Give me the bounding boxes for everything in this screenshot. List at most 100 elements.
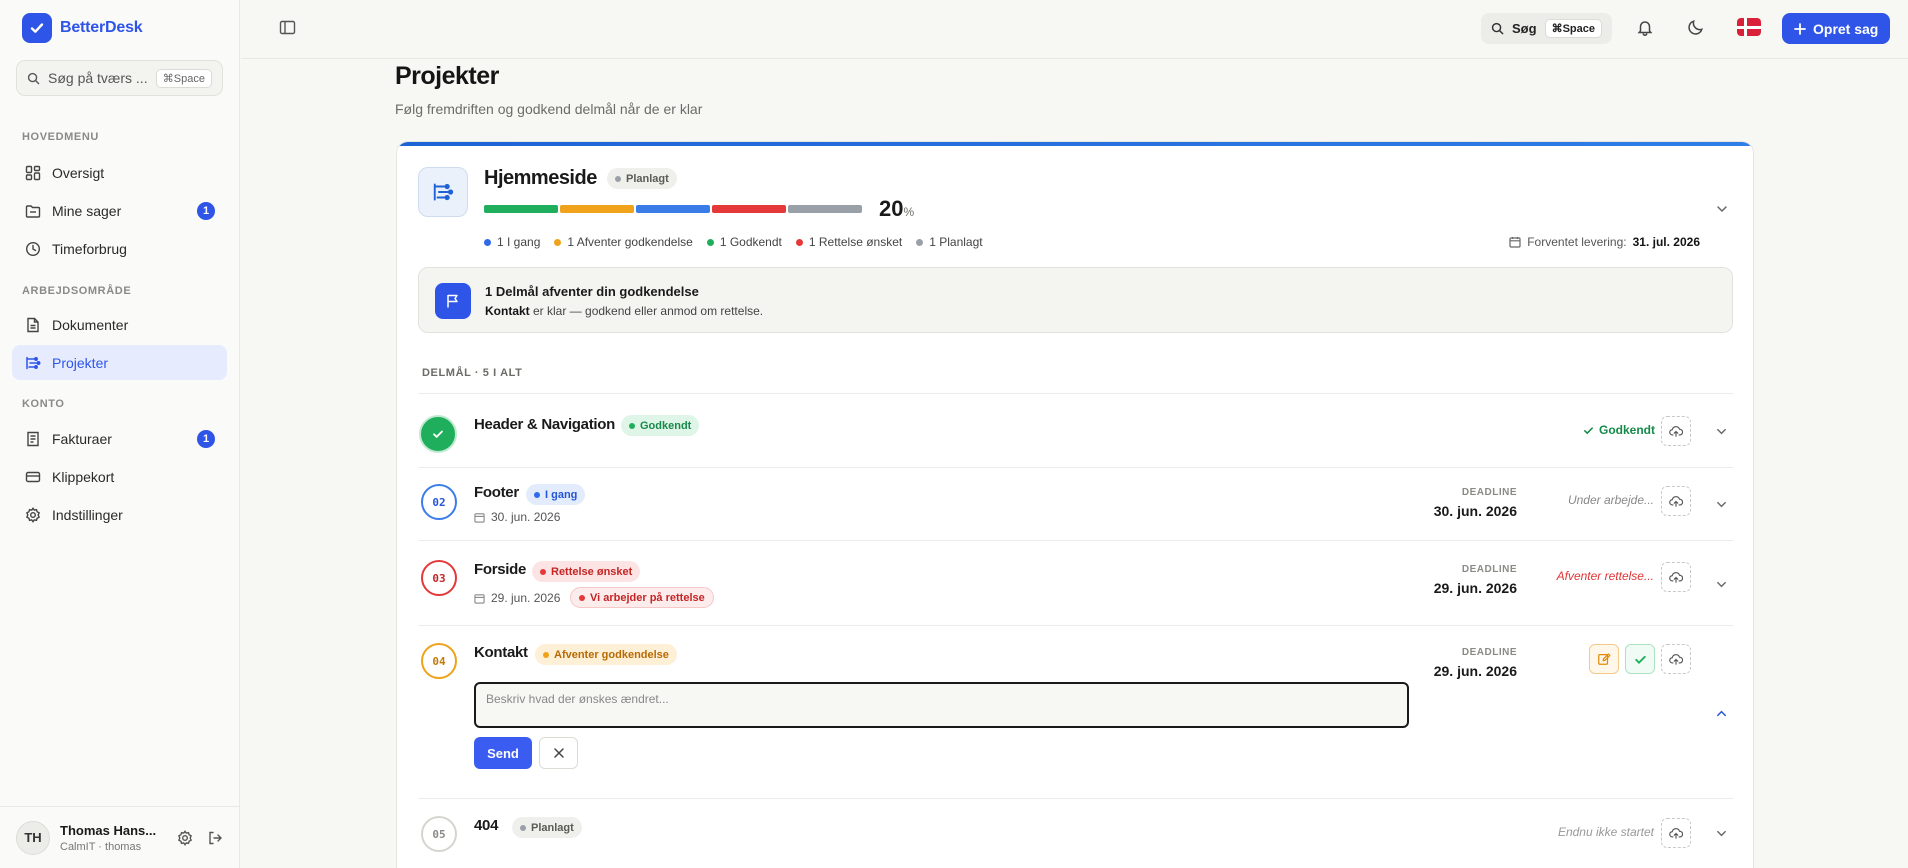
milestone-name: Forside (474, 561, 527, 578)
percent-value: 20 (879, 196, 904, 221)
create-case-button[interactable]: Opret sag (1782, 13, 1891, 44)
change-request-input[interactable] (474, 682, 1409, 728)
chevron-down-icon[interactable] (1715, 202, 1729, 216)
chevron-up-icon[interactable] (1715, 707, 1728, 720)
sidebar-item-indstillinger[interactable]: Indstillinger (12, 497, 227, 532)
milestone-date: 29. jun. 2026 (474, 591, 560, 605)
status-badge: Afventer godkendelse (535, 644, 677, 665)
avatar[interactable]: TH (16, 820, 50, 855)
milestone-date-text: 29. jun. 2026 (491, 591, 561, 605)
close-icon (553, 748, 564, 758)
search-icon (27, 72, 40, 84)
legend-item: 1 Planlagt (916, 235, 983, 249)
upload-button[interactable] (1661, 644, 1691, 674)
legend-dot (795, 238, 803, 246)
grid-icon (24, 164, 41, 181)
work-status-note: Afventer rettelse... (1556, 569, 1654, 583)
progress-bar (484, 205, 862, 213)
upload-button[interactable] (1661, 416, 1691, 446)
work-status-note: Under arbejde... (1567, 493, 1654, 507)
chevron-down-icon[interactable] (1715, 425, 1728, 438)
flag-icon (435, 283, 471, 319)
sidebar-item-klippekort[interactable]: Klippekort (12, 459, 227, 494)
bell-icon[interactable] (1636, 18, 1654, 36)
divider (418, 798, 1733, 799)
logo[interactable]: BetterDesk (22, 13, 143, 43)
deadline-label: DEADLINE (1461, 564, 1517, 575)
chevron-down-icon[interactable] (1715, 827, 1728, 840)
legend-label: 1 I gang (497, 235, 541, 249)
chevron-down-icon[interactable] (1715, 498, 1728, 511)
delivery-label: Forventet levering: (1527, 235, 1627, 249)
legend-item: 1 Afventer godkendelse (554, 235, 693, 249)
approval-task[interactable]: Kontakt (485, 304, 530, 318)
milestone-number: 03 (421, 560, 457, 596)
progress-segment (788, 205, 862, 213)
legend-dot (706, 238, 714, 246)
status-legend: 1 I gang 1 Afventer godkendelse 1 Godken… (484, 235, 983, 249)
sidebar-item-label: Indstillinger (52, 506, 123, 523)
milestone-date: 30. jun. 2026 (474, 510, 560, 524)
delivery-date: 31. jul. 2026 (1632, 235, 1700, 249)
divider (418, 625, 1733, 626)
upload-button[interactable] (1661, 486, 1691, 516)
legend-item: 1 Godkendt (706, 235, 782, 249)
cloud-upload-icon (1669, 828, 1683, 839)
danish-flag-icon[interactable] (1737, 18, 1761, 36)
upload-button[interactable] (1661, 562, 1691, 592)
cancel-button[interactable] (539, 737, 578, 769)
document-icon (24, 316, 41, 333)
sidebar-item-dokumenter[interactable]: Dokumenter (12, 307, 227, 342)
calendar-icon (1509, 237, 1521, 248)
status-text: Rettelse ønsket (551, 565, 633, 578)
divider (418, 393, 1733, 394)
sidebar-toggle-icon[interactable] (279, 19, 296, 36)
global-search-label: Søg (1512, 21, 1537, 36)
milestone-name: Footer (474, 484, 519, 501)
gear-icon (24, 506, 41, 523)
logout-icon[interactable] (207, 830, 223, 846)
sidebar-item-mine-sager[interactable]: Mine sager 1 (12, 193, 227, 228)
send-button[interactable]: Send (474, 737, 532, 769)
status-badge: Godkendt (621, 415, 700, 436)
sidebar-item-label: Timeforbrug (52, 240, 127, 257)
milestones-heading: DELMÅL · 5 I ALT (422, 367, 523, 379)
status-badge: Planlagt (512, 817, 582, 838)
edit-pencil-icon (1598, 653, 1611, 665)
expected-delivery: Forventet levering: 31. jul. 2026 (1509, 235, 1700, 249)
count-badge: 1 (197, 429, 215, 448)
cloud-upload-icon (1669, 426, 1683, 437)
projects-icon (24, 354, 41, 371)
status-text: Godkendt (640, 419, 692, 432)
upload-button[interactable] (1661, 818, 1691, 848)
deadline-value: 29. jun. 2026 (1433, 580, 1517, 596)
sidebar-item-timeforbrug[interactable]: Timeforbrug (12, 231, 227, 266)
dark-mode-moon-icon[interactable] (1687, 18, 1705, 36)
settings-gear-icon[interactable] (177, 829, 193, 846)
project-name[interactable]: Hjemmeside (484, 167, 597, 190)
sidebar-item-fakturaer[interactable]: Fakturaer 1 (12, 421, 227, 456)
approve-button[interactable] (1625, 644, 1655, 674)
revision-text: Vi arbejder på rettelse (590, 591, 705, 604)
sidebar-item-oversigt[interactable]: Oversigt (12, 155, 227, 190)
milestone-date-text: 30. jun. 2026 (491, 510, 561, 524)
section-title-main: HOVEDMENU (22, 131, 99, 143)
deadline-value: 29. jun. 2026 (1433, 663, 1517, 679)
approval-rest: er klar — godkend eller anmod om rettels… (529, 304, 764, 318)
request-changes-button[interactable] (1589, 644, 1619, 674)
project-status-badge: Planlagt (607, 168, 677, 189)
section-title-account: KONTO (22, 398, 65, 410)
global-search-button[interactable]: Søg ⌘Space (1481, 13, 1612, 44)
sidebar-item-label: Klippekort (52, 468, 115, 485)
chevron-down-icon[interactable] (1715, 578, 1728, 591)
user-bar: TH Thomas Hans... CalmIT · thomas (0, 806, 239, 868)
sidebar-item-label: Dokumenter (52, 316, 129, 333)
legend-item: 1 I gang (484, 235, 540, 249)
sidebar-search-input[interactable]: Søg på tværs ... ⌘Space (16, 60, 223, 96)
sidebar-item-label: Mine sager (52, 202, 122, 219)
topbar: Søg ⌘Space Opret sag (241, 0, 1908, 59)
legend-label: 1 Afventer godkendelse (567, 235, 693, 249)
card-icon (24, 468, 41, 485)
sidebar-item-projekter[interactable]: Projekter (12, 345, 227, 380)
percent-sign: % (903, 205, 915, 219)
